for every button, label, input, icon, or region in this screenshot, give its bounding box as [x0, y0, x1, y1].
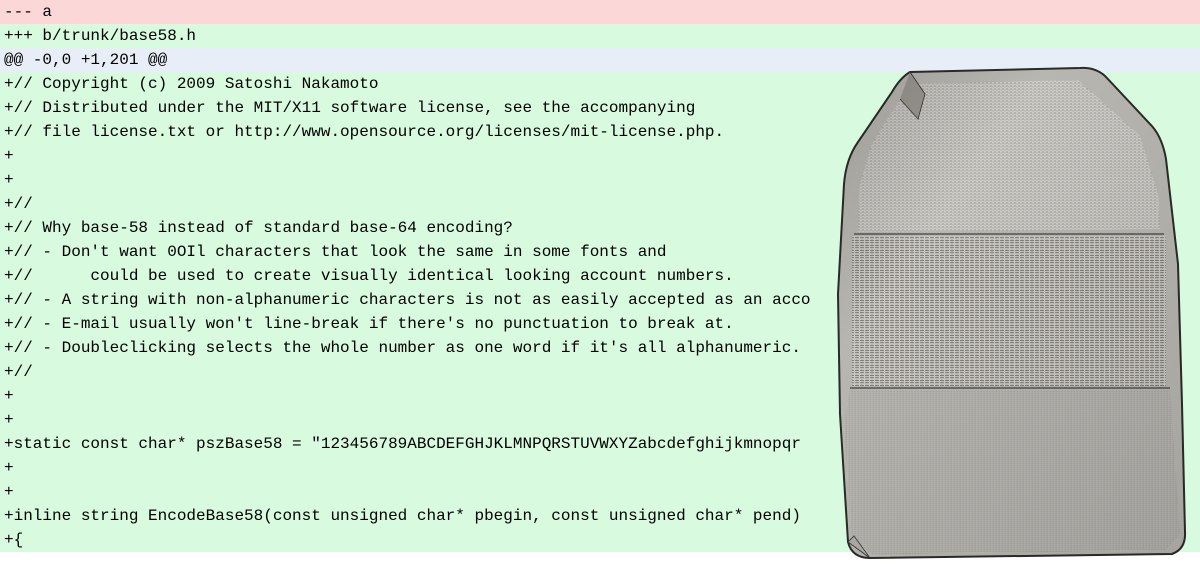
diff-line: +static const char* pszBase58 = "1234567… — [0, 432, 1200, 456]
diff-line: @@ -0,0 +1,201 @@ — [0, 48, 1200, 72]
diff-line: + — [0, 168, 1200, 192]
diff-line: +// could be used to create visually ide… — [0, 264, 1200, 288]
diff-line: +// - Doubleclicking selects the whole n… — [0, 336, 1200, 360]
diff-line: +// - E-mail usually won't line-break if… — [0, 312, 1200, 336]
diff-line: +inline string EncodeBase58(const unsign… — [0, 504, 1200, 528]
diff-line: +// Why base-58 instead of standard base… — [0, 216, 1200, 240]
diff-line: + — [0, 384, 1200, 408]
diff-line: + — [0, 144, 1200, 168]
diff-line: + — [0, 456, 1200, 480]
diff-line: +// — [0, 192, 1200, 216]
diff-line: + — [0, 480, 1200, 504]
diff-view: --- a+++ b/trunk/base58.h@@ -0,0 +1,201 … — [0, 0, 1200, 552]
diff-line: +// - A string with non-alphanumeric cha… — [0, 288, 1200, 312]
diff-line: +// file license.txt or http://www.opens… — [0, 120, 1200, 144]
diff-line: +// Distributed under the MIT/X11 softwa… — [0, 96, 1200, 120]
diff-line: +++ b/trunk/base58.h — [0, 24, 1200, 48]
diff-line: +// - Don't want 0OIl characters that lo… — [0, 240, 1200, 264]
diff-line: +{ — [0, 528, 1200, 552]
diff-line: --- a — [0, 0, 1200, 24]
diff-line: +// — [0, 360, 1200, 384]
diff-line: + — [0, 408, 1200, 432]
diff-line: +// Copyright (c) 2009 Satoshi Nakamoto — [0, 72, 1200, 96]
